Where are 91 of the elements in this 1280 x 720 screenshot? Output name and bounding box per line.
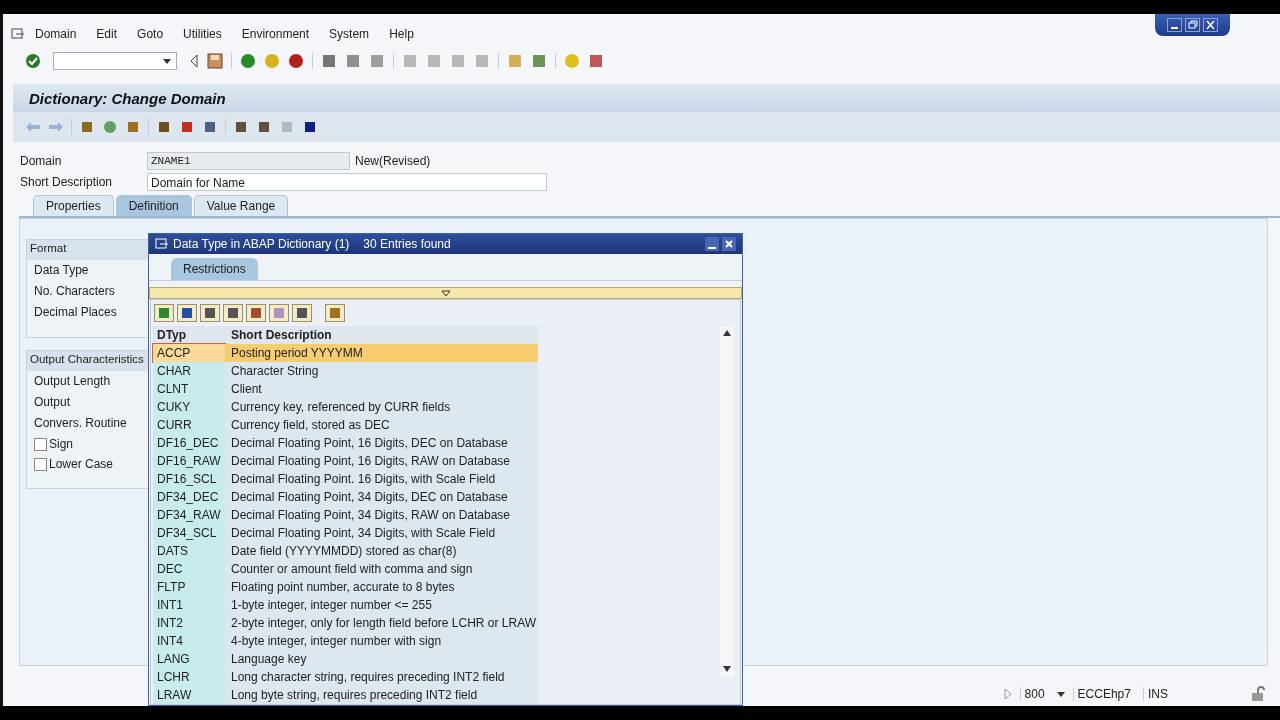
tab[interactable]: Restrictions [171, 258, 258, 280]
table-cell[interactable]: CHAR [153, 362, 225, 380]
table-cell[interactable]: CURR [153, 416, 225, 434]
dropdown-icon[interactable] [1056, 691, 1065, 697]
lock-icon[interactable] [1250, 686, 1266, 702]
table-cell[interactable]: INT4 [153, 632, 225, 650]
checkbox[interactable] [34, 437, 47, 451]
field-label: Decimal Places [34, 305, 117, 319]
table-cell[interactable]: 4-byte integer, integer number with sign [225, 632, 538, 650]
tab[interactable]: Definition [115, 195, 192, 216]
minimize-icon[interactable] [1167, 18, 1182, 32]
menu-item[interactable]: Domain [35, 27, 77, 41]
client-number[interactable]: 800 [1019, 687, 1049, 701]
table-cell[interactable]: DF34_RAW [153, 506, 225, 524]
table-cell[interactable]: CUKY [153, 398, 225, 416]
tab[interactable]: Properties [33, 195, 114, 216]
table-cell[interactable]: Language key [225, 650, 538, 668]
table-cell[interactable]: Decimal Floating Point. 16 Digits, with Scale Field [225, 470, 538, 488]
menu-item[interactable]: Utilities [183, 27, 222, 41]
table-cell[interactable]: DF16_RAW [153, 452, 225, 470]
description-field[interactable]: Domain for Name [147, 173, 547, 191]
field-label: Short Description [19, 175, 114, 189]
domain-field[interactable]: ZNAME1 [147, 152, 350, 170]
menu-item[interactable]: Edit [96, 27, 118, 41]
table-cell[interactable]: LANG [153, 650, 225, 668]
table-cell[interactable]: CLNT [153, 380, 225, 398]
table-cell[interactable]: Long byte string, requires preceding INT2 field [225, 686, 538, 704]
field-label: Domain [19, 154, 63, 168]
table-cell[interactable]: 2-byte integer, only for length field before LCHR or LRAW [225, 614, 538, 632]
menu-icon[interactable] [11, 28, 25, 40]
group-title: Format [30, 242, 67, 254]
triangle-icon[interactable] [189, 54, 199, 68]
field-label: Data Type [34, 263, 89, 277]
table-cell[interactable]: Decimal Floating Point, 16 Digits, DEC on Database [225, 434, 538, 452]
table-cell[interactable]: Counter or amount field with comma and sign [225, 560, 538, 578]
menu-item[interactable]: Environment [241, 27, 310, 41]
table-cell[interactable]: Posting period YYYYMM [225, 344, 538, 362]
window-icon [155, 238, 169, 250]
table-cell[interactable]: Client [225, 380, 538, 398]
scroll-up-icon[interactable] [723, 330, 731, 336]
menu-item[interactable]: Goto [137, 27, 164, 41]
table-cell[interactable]: Currency key, referenced by CURR fields [225, 398, 538, 416]
entry-count: 30 Entries found [363, 237, 451, 251]
command-field[interactable] [53, 52, 177, 70]
minimize-icon[interactable] [705, 237, 719, 251]
table-cell[interactable]: Date field (YYYYMMDD) stored as char(8) [225, 542, 538, 560]
table-cell[interactable]: DEC [153, 560, 225, 578]
table-cell[interactable]: Decimal Floating Point, 34 Digits, DEC on Database [225, 488, 538, 506]
table-cell[interactable]: Decimal Floating Point, 34 Digits, with Scale Field [225, 524, 538, 542]
field-label: Convers. Routine [34, 416, 127, 430]
table-cell[interactable]: Floating point number, accurate to 8 bytes [225, 578, 538, 596]
restore-icon[interactable] [1185, 18, 1200, 32]
table-cell[interactable]: INT2 [153, 614, 225, 632]
table-cell[interactable]: INT1 [153, 596, 225, 614]
table-cell[interactable]: DF34_DEC [153, 488, 225, 506]
table-cell[interactable]: LRAW [153, 686, 225, 704]
table-cell[interactable]: Currency field, stored as DEC [225, 416, 538, 434]
system-name: ECCEhp7 [1072, 687, 1135, 701]
play-icon[interactable] [1003, 688, 1012, 700]
checkbox-label: Lower Case [49, 457, 114, 471]
menu-item[interactable]: System [329, 27, 370, 41]
save-icon[interactable] [207, 53, 223, 69]
enter-icon[interactable] [25, 53, 41, 69]
field-label: No. Characters [34, 284, 115, 298]
table-cell[interactable]: DATS [153, 542, 225, 560]
screen-title: Dictionary: Change Domain [29, 89, 226, 107]
checkbox[interactable] [34, 457, 47, 471]
table-cell[interactable]: LCHR [153, 668, 225, 686]
table-cell[interactable]: ACCP [153, 344, 225, 362]
table-cell[interactable]: Decimal Floating Point, 16 Digits, RAW on Database [225, 452, 538, 470]
table-cell[interactable]: DF34_SCL [153, 524, 225, 542]
triangle-icon[interactable] [440, 289, 451, 297]
popup-title: Data Type in ABAP Dictionary (1) [173, 237, 350, 251]
table-cell[interactable]: DF16_SCL [153, 470, 225, 488]
input-mode: INS [1143, 687, 1172, 701]
group-title: Output Characteristics [30, 353, 144, 365]
status-text: New(Revised) [355, 154, 431, 168]
table-cell[interactable]: Long character string, requires preceding INT2 field [225, 668, 538, 686]
dropdown-icon[interactable] [163, 58, 171, 64]
window-controls[interactable] [1155, 14, 1230, 36]
field-label: Output Length [34, 374, 111, 388]
table-cell[interactable]: DF16_DEC [153, 434, 225, 452]
table-cell[interactable]: Decimal Floating Point, 34 Digits, RAW on Database [225, 506, 538, 524]
menu-item[interactable]: Help [389, 27, 414, 41]
table-cell[interactable]: Character String [225, 362, 538, 380]
table-cell[interactable]: FLTP [153, 578, 225, 596]
table-cell[interactable]: 1-byte integer, integer number <= 255 [225, 596, 538, 614]
tab[interactable]: Value Range [193, 195, 289, 216]
scrollbar[interactable] [720, 326, 734, 676]
field-label: Output [34, 395, 71, 409]
checkbox-label: Sign [49, 437, 74, 451]
